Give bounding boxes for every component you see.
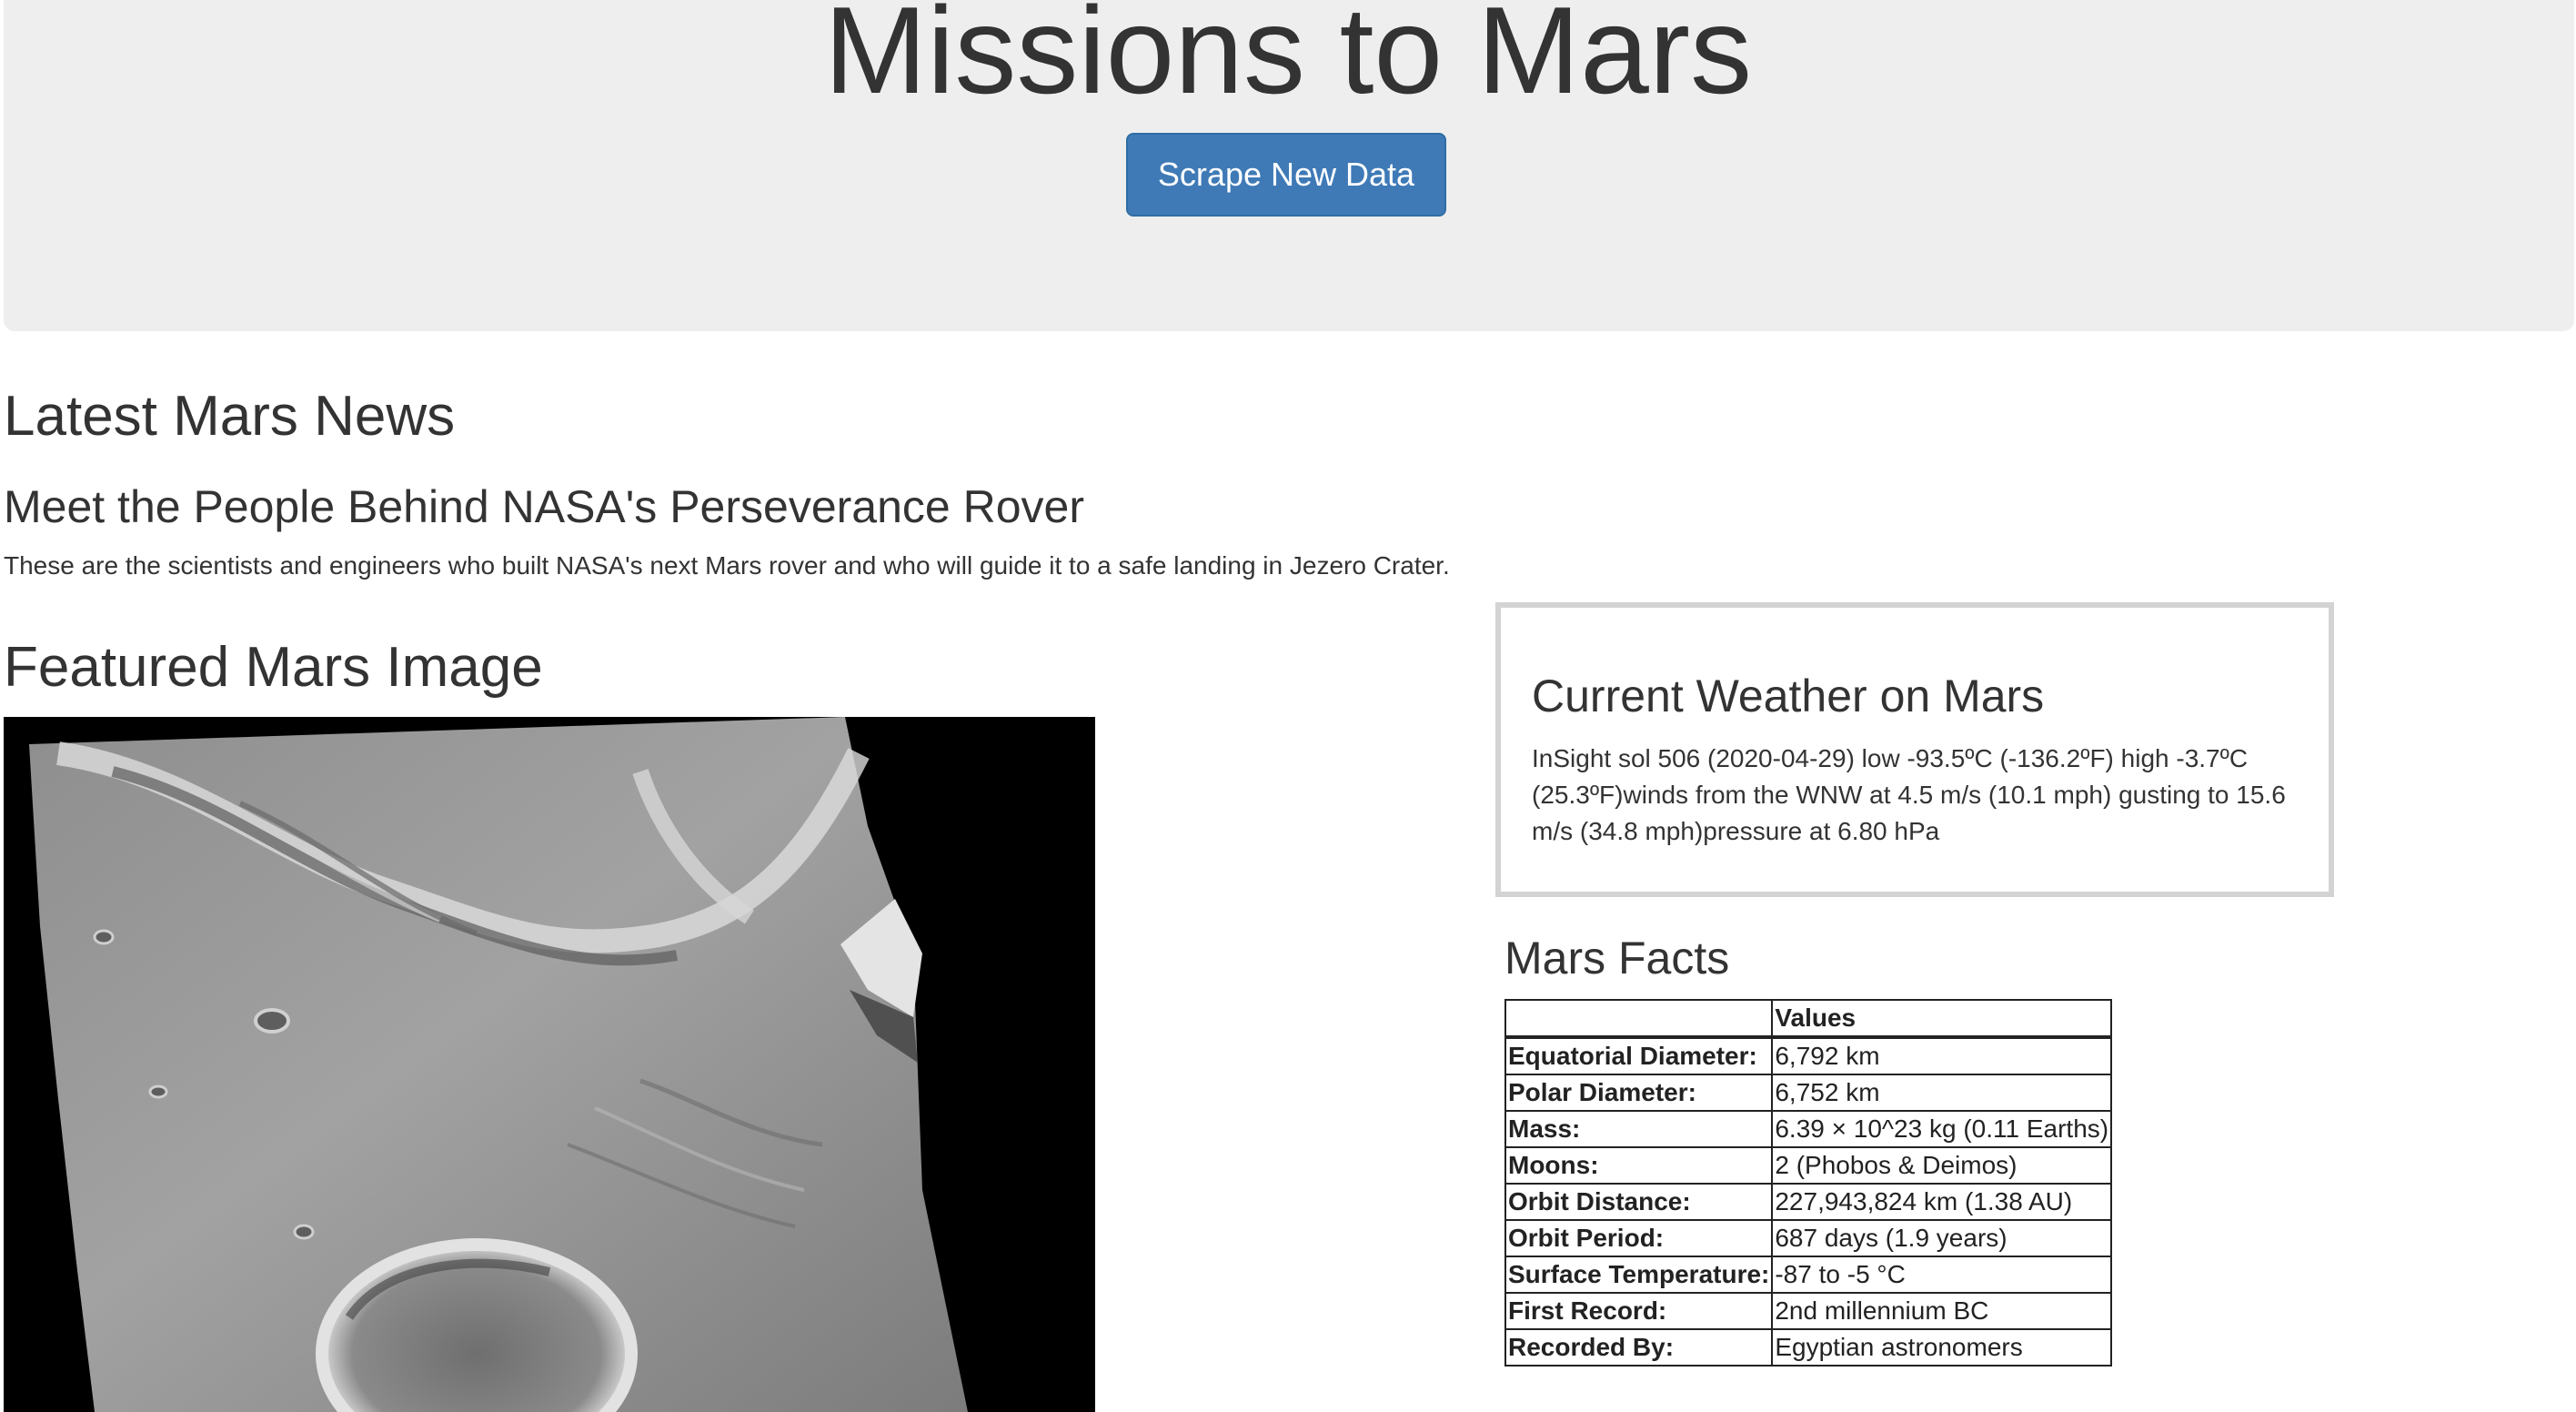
news-title: Meet the People Behind NASA's Perseveran… [4,481,1084,532]
weather-heading: Current Weather on Mars [1532,671,2045,721]
fact-label: First Record: [1504,1292,1774,1330]
table-row: Polar Diameter: 6,752 km [1504,1074,2113,1112]
scrape-new-data-button[interactable]: Scrape New Data [1126,133,1446,217]
featured-image-heading: Featured Mars Image [4,636,543,699]
fact-value: -87 to -5 °C [1771,1256,2113,1294]
table-row: Orbit Distance: 227,943,824 km (1.38 AU) [1504,1183,2113,1221]
table-row: First Record: 2nd millennium BC [1504,1292,2113,1330]
fact-value: 6,752 km [1771,1074,2113,1112]
mars-facts-table: Values Equatorial Diameter: 6,792 km Pol… [1504,999,2113,1367]
fact-label: Orbit Distance: [1504,1183,1774,1221]
fact-label: Equatorial Diameter: [1504,1036,1774,1075]
latest-news-heading: Latest Mars News [4,385,456,448]
fact-label: Polar Diameter: [1504,1074,1774,1112]
mars-facts-heading: Mars Facts [1504,933,1730,983]
weather-report: InSight sol 506 (2020-04-29) low -93.5ºC… [1532,744,2286,845]
mars-surface-picture [4,717,1095,1412]
table-row: Surface Temperature: -87 to -5 °C [1504,1256,2113,1294]
table-row: Equatorial Diameter: 6,792 km [1504,1036,2113,1075]
table-row: Orbit Period: 687 days (1.9 years) [1504,1219,2113,1257]
fact-value: 227,943,824 km (1.38 AU) [1771,1183,2113,1221]
fact-label: Mass: [1504,1110,1774,1148]
table-row: Recorded By: Egyptian astronomers [1504,1328,2113,1367]
featured-mars-image[interactable] [4,717,1095,1412]
fact-label: Moons: [1504,1146,1774,1185]
fact-value: Egyptian astronomers [1771,1328,2113,1367]
column-header [1504,999,1774,1039]
fact-label: Surface Temperature: [1504,1256,1774,1294]
table-header-row: Values [1504,999,2113,1039]
fact-label: Orbit Period: [1504,1219,1774,1257]
table-row: Moons: 2 (Phobos & Deimos) [1504,1146,2113,1185]
fact-value: 687 days (1.9 years) [1771,1219,2113,1257]
column-header-values: Values [1771,999,2113,1039]
news-teaser: These are the scientists and engineers w… [4,551,1450,580]
fact-value: 6,792 km [1771,1036,2113,1075]
weather-panel: Current Weather on Mars InSight sol 506 … [1495,602,2334,897]
fact-value: 2nd millennium BC [1771,1292,2113,1330]
table-row: Mass: 6.39 × 10^23 kg (0.11 Earths) [1504,1110,2113,1148]
fact-label: Recorded By: [1504,1328,1774,1367]
page-title: Missions to Mars [823,0,1753,119]
fact-value: 6.39 × 10^23 kg (0.11 Earths) [1771,1110,2113,1148]
fact-value: 2 (Phobos & Deimos) [1771,1146,2113,1185]
